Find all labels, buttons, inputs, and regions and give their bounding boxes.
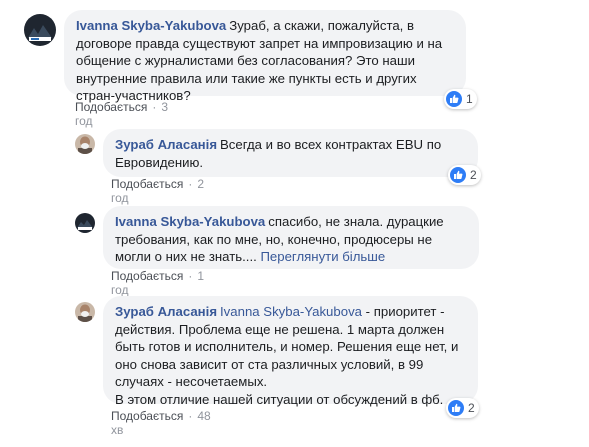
comment-meta: Подобається · 3 год	[75, 100, 168, 128]
reaction-number: 2	[470, 168, 477, 182]
like-link[interactable]: Подобається	[111, 177, 183, 191]
author-name[interactable]: Зураб Аласанія	[115, 304, 217, 319]
mention-link[interactable]: Ivanna Skyba-Yakubova	[220, 304, 362, 319]
separator-dot: ·	[152, 100, 157, 114]
reaction-count[interactable]: 2	[448, 165, 481, 185]
like-link[interactable]: Подобається	[111, 269, 183, 283]
author-name[interactable]: Ivanna Skyba-Yakubova	[76, 18, 226, 33]
comment-bubble: Ivanna Skyba-Yakubova Зураб, а скажи, пож…	[64, 10, 466, 103]
comment-bubble: Зураб Аласанія Ivanna Skyba-Yakubova - пр…	[103, 296, 478, 407]
author-name[interactable]: Ivanna Skyba-Yakubova	[115, 214, 265, 229]
avatar-ivanna[interactable]	[75, 213, 95, 233]
thumbs-up-icon	[448, 400, 464, 416]
thumbs-up-icon	[446, 91, 462, 107]
reaction-number: 1	[466, 92, 473, 106]
reaction-count[interactable]: 2	[446, 398, 479, 418]
separator-dot: ·	[188, 177, 193, 191]
comment-bubble: Зураб Аласанія Всегда и во всех контракта…	[103, 129, 478, 177]
avatar-ivanna[interactable]	[24, 14, 56, 46]
author-name[interactable]: Зураб Аласанія	[115, 137, 217, 152]
comment-meta: Подобається · 48 хв	[111, 409, 211, 437]
separator-dot: ·	[188, 409, 193, 423]
avatar-zurab[interactable]	[75, 302, 95, 322]
avatar-zurab[interactable]	[75, 134, 95, 154]
like-link[interactable]: Подобається	[111, 409, 183, 423]
comment-bubble: Ivanna Skyba-Yakubova спасибо, не знала. …	[103, 206, 479, 269]
comment-meta: Подобається · 2 год	[111, 177, 204, 205]
comment-meta: Подобається · 1 год	[111, 269, 204, 297]
comment-text-2: В этом отличие нашей ситуации от обсужде…	[115, 391, 444, 407]
thumbs-up-icon	[450, 167, 466, 183]
reaction-number: 2	[468, 401, 475, 415]
separator-dot: ·	[188, 269, 193, 283]
like-link[interactable]: Подобається	[75, 100, 147, 114]
see-more-link[interactable]: Переглянути більше	[260, 249, 385, 264]
reaction-count[interactable]: 1	[444, 89, 477, 109]
